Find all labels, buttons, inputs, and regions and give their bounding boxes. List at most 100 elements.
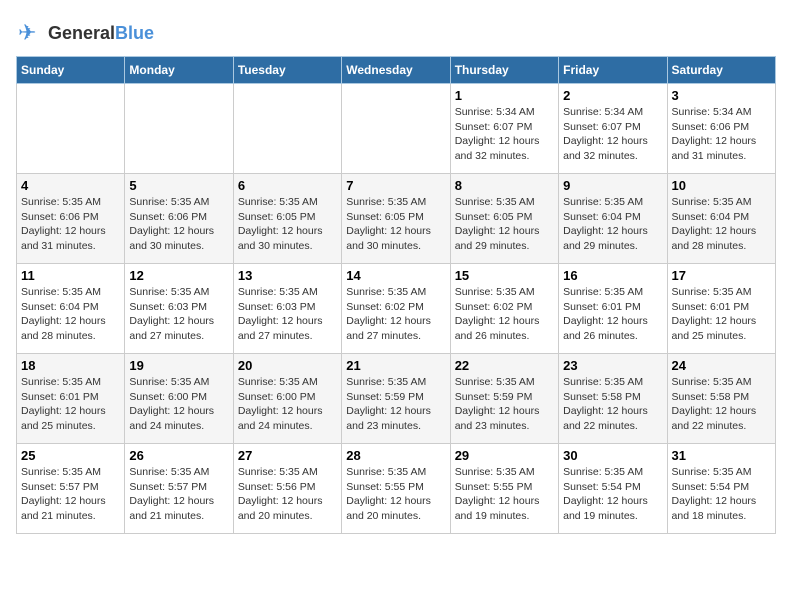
calendar-week-row: 18 Sunrise: 5:35 AM Sunset: 6:01 PM Dayli… — [17, 354, 776, 444]
day-info: Sunrise: 5:35 AM Sunset: 5:56 PM Dayligh… — [238, 465, 337, 524]
day-info: Sunrise: 5:35 AM Sunset: 6:04 PM Dayligh… — [563, 195, 662, 254]
calendar-cell: 8 Sunrise: 5:35 AM Sunset: 6:05 PM Daylig… — [450, 174, 558, 264]
day-info: Sunrise: 5:35 AM Sunset: 6:00 PM Dayligh… — [238, 375, 337, 434]
day-number: 7 — [346, 178, 445, 193]
day-number: 17 — [672, 268, 771, 283]
calendar-cell: 5 Sunrise: 5:35 AM Sunset: 6:06 PM Daylig… — [125, 174, 233, 264]
day-number: 29 — [455, 448, 554, 463]
day-info: Sunrise: 5:35 AM Sunset: 5:54 PM Dayligh… — [672, 465, 771, 524]
day-info: Sunrise: 5:35 AM Sunset: 6:02 PM Dayligh… — [455, 285, 554, 344]
day-number: 16 — [563, 268, 662, 283]
calendar-week-row: 11 Sunrise: 5:35 AM Sunset: 6:04 PM Dayli… — [17, 264, 776, 354]
day-info: Sunrise: 5:35 AM Sunset: 5:58 PM Dayligh… — [563, 375, 662, 434]
day-number: 10 — [672, 178, 771, 193]
calendar-cell: 3 Sunrise: 5:34 AM Sunset: 6:06 PM Daylig… — [667, 84, 775, 174]
logo-text: GeneralBlue — [48, 24, 154, 44]
day-number: 22 — [455, 358, 554, 373]
calendar-cell: 15 Sunrise: 5:35 AM Sunset: 6:02 PM Dayli… — [450, 264, 558, 354]
calendar-cell: 12 Sunrise: 5:35 AM Sunset: 6:03 PM Dayli… — [125, 264, 233, 354]
calendar-cell: 20 Sunrise: 5:35 AM Sunset: 6:00 PM Dayli… — [233, 354, 341, 444]
day-number: 13 — [238, 268, 337, 283]
day-info: Sunrise: 5:35 AM Sunset: 6:05 PM Dayligh… — [455, 195, 554, 254]
day-number: 8 — [455, 178, 554, 193]
calendar-cell: 25 Sunrise: 5:35 AM Sunset: 5:57 PM Dayli… — [17, 444, 125, 534]
calendar-cell: 14 Sunrise: 5:35 AM Sunset: 6:02 PM Dayli… — [342, 264, 450, 354]
logo-icon: ✈ — [16, 20, 44, 48]
weekday-header: Wednesday — [342, 57, 450, 84]
day-info: Sunrise: 5:35 AM Sunset: 6:06 PM Dayligh… — [129, 195, 228, 254]
calendar-cell: 6Sunrise: 5:35 AM Sunset: 6:05 PM Daylig… — [233, 174, 341, 264]
day-info: Sunrise: 5:34 AM Sunset: 6:07 PM Dayligh… — [563, 105, 662, 164]
day-number: 3 — [672, 88, 771, 103]
day-number: 14 — [346, 268, 445, 283]
calendar-cell: 16 Sunrise: 5:35 AM Sunset: 6:01 PM Dayli… — [559, 264, 667, 354]
day-info: Sunrise: 5:35 AM Sunset: 5:54 PM Dayligh… — [563, 465, 662, 524]
calendar-cell: 9 Sunrise: 5:35 AM Sunset: 6:04 PM Daylig… — [559, 174, 667, 264]
calendar-cell: 19 Sunrise: 5:35 AM Sunset: 6:00 PM Dayli… — [125, 354, 233, 444]
day-number: 5 — [129, 178, 228, 193]
calendar-cell: 22 Sunrise: 5:35 AM Sunset: 5:59 PM Dayli… — [450, 354, 558, 444]
weekday-header: Tuesday — [233, 57, 341, 84]
day-number: 28 — [346, 448, 445, 463]
day-info: Sunrise: 5:35 AM Sunset: 6:04 PM Dayligh… — [672, 195, 771, 254]
weekday-header: Sunday — [17, 57, 125, 84]
calendar-header-row: SundayMondayTuesdayWednesdayThursdayFrid… — [17, 57, 776, 84]
day-number: 1 — [455, 88, 554, 103]
day-number: 25 — [21, 448, 120, 463]
day-number: 11 — [21, 268, 120, 283]
calendar-cell: 26Sunrise: 5:35 AM Sunset: 5:57 PM Dayli… — [125, 444, 233, 534]
logo: ✈ GeneralBlue — [16, 20, 154, 48]
day-number: 31 — [672, 448, 771, 463]
calendar-week-row: 1 Sunrise: 5:34 AM Sunset: 6:07 PM Daylig… — [17, 84, 776, 174]
day-number: 24 — [672, 358, 771, 373]
day-info: Sunrise: 5:35 AM Sunset: 6:01 PM Dayligh… — [21, 375, 120, 434]
day-info: Sunrise: 5:35 AM Sunset: 6:06 PM Dayligh… — [21, 195, 120, 254]
day-info: Sunrise: 5:35 AM Sunset: 6:03 PM Dayligh… — [238, 285, 337, 344]
day-info: Sunrise: 5:34 AM Sunset: 6:06 PM Dayligh… — [672, 105, 771, 164]
day-number: 27 — [238, 448, 337, 463]
day-info: Sunrise: 5:35 AM Sunset: 5:59 PM Dayligh… — [346, 375, 445, 434]
day-number: 15 — [455, 268, 554, 283]
calendar-cell — [17, 84, 125, 174]
calendar-cell: 24 Sunrise: 5:35 AM Sunset: 5:58 PM Dayli… — [667, 354, 775, 444]
day-number: 30 — [563, 448, 662, 463]
day-number: 21 — [346, 358, 445, 373]
calendar-cell: 11 Sunrise: 5:35 AM Sunset: 6:04 PM Dayli… — [17, 264, 125, 354]
day-number: 12 — [129, 268, 228, 283]
day-info: Sunrise: 5:35 AM Sunset: 5:55 PM Dayligh… — [455, 465, 554, 524]
day-info: Sunrise: 5:35 AM Sunset: 6:01 PM Dayligh… — [672, 285, 771, 344]
calendar-cell: 1 Sunrise: 5:34 AM Sunset: 6:07 PM Daylig… — [450, 84, 558, 174]
day-number: 23 — [563, 358, 662, 373]
calendar-cell: 7Sunrise: 5:35 AM Sunset: 6:05 PM Daylig… — [342, 174, 450, 264]
calendar-cell: 31 Sunrise: 5:35 AM Sunset: 5:54 PM Dayli… — [667, 444, 775, 534]
calendar-cell: 28 Sunrise: 5:35 AM Sunset: 5:55 PM Dayli… — [342, 444, 450, 534]
day-number: 9 — [563, 178, 662, 193]
day-number: 20 — [238, 358, 337, 373]
day-info: Sunrise: 5:34 AM Sunset: 6:07 PM Dayligh… — [455, 105, 554, 164]
day-number: 4 — [21, 178, 120, 193]
calendar-cell: 27 Sunrise: 5:35 AM Sunset: 5:56 PM Dayli… — [233, 444, 341, 534]
day-info: Sunrise: 5:35 AM Sunset: 6:04 PM Dayligh… — [21, 285, 120, 344]
calendar-cell: 2Sunrise: 5:34 AM Sunset: 6:07 PM Daylig… — [559, 84, 667, 174]
calendar-cell: 21 Sunrise: 5:35 AM Sunset: 5:59 PM Dayli… — [342, 354, 450, 444]
day-number: 18 — [21, 358, 120, 373]
calendar-week-row: 25 Sunrise: 5:35 AM Sunset: 5:57 PM Dayli… — [17, 444, 776, 534]
day-info: Sunrise: 5:35 AM Sunset: 6:05 PM Dayligh… — [238, 195, 337, 254]
day-info: Sunrise: 5:35 AM Sunset: 5:58 PM Dayligh… — [672, 375, 771, 434]
calendar-cell: 13 Sunrise: 5:35 AM Sunset: 6:03 PM Dayli… — [233, 264, 341, 354]
day-info: Sunrise: 5:35 AM Sunset: 6:01 PM Dayligh… — [563, 285, 662, 344]
day-info: Sunrise: 5:35 AM Sunset: 5:55 PM Dayligh… — [346, 465, 445, 524]
calendar-table: SundayMondayTuesdayWednesdayThursdayFrid… — [16, 56, 776, 534]
weekday-header: Monday — [125, 57, 233, 84]
weekday-header: Saturday — [667, 57, 775, 84]
day-info: Sunrise: 5:35 AM Sunset: 6:03 PM Dayligh… — [129, 285, 228, 344]
day-info: Sunrise: 5:35 AM Sunset: 6:00 PM Dayligh… — [129, 375, 228, 434]
day-number: 19 — [129, 358, 228, 373]
calendar-week-row: 4 Sunrise: 5:35 AM Sunset: 6:06 PM Daylig… — [17, 174, 776, 264]
day-info: Sunrise: 5:35 AM Sunset: 5:59 PM Dayligh… — [455, 375, 554, 434]
day-info: Sunrise: 5:35 AM Sunset: 6:02 PM Dayligh… — [346, 285, 445, 344]
calendar-cell: 29 Sunrise: 5:35 AM Sunset: 5:55 PM Dayli… — [450, 444, 558, 534]
calendar-cell: 30 Sunrise: 5:35 AM Sunset: 5:54 PM Dayli… — [559, 444, 667, 534]
calendar-cell: 4 Sunrise: 5:35 AM Sunset: 6:06 PM Daylig… — [17, 174, 125, 264]
day-info: Sunrise: 5:35 AM Sunset: 5:57 PM Dayligh… — [21, 465, 120, 524]
